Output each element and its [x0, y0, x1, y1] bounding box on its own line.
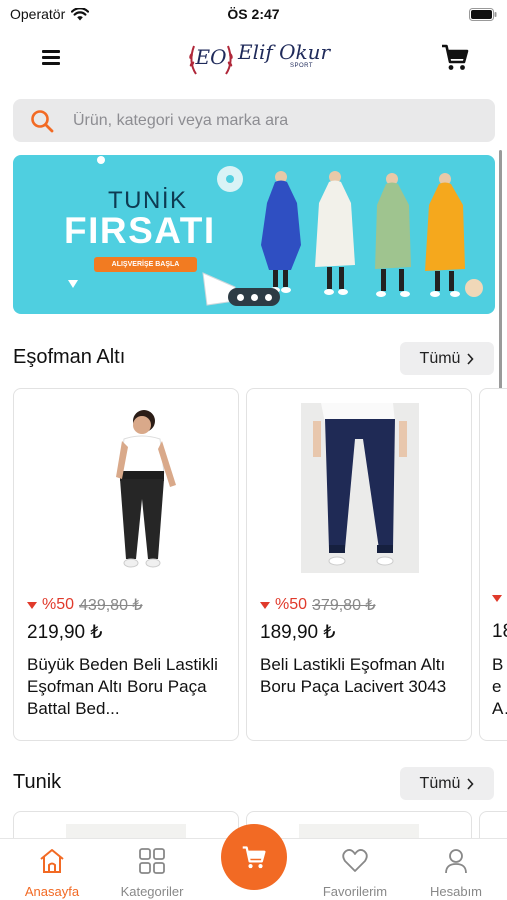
product-card[interactable]: 18 Be Al 30 [479, 388, 507, 741]
user-icon [445, 849, 467, 874]
search-bar[interactable] [13, 99, 495, 142]
section-title-esofman: Eşofman Altı [13, 346, 126, 368]
cart-icon[interactable] [440, 42, 470, 72]
product-name: Beli Lastikli Eşofman Altı Boru Paça Lac… [260, 655, 447, 696]
product-card[interactable]: %50 379,80 ₺ 189,90 ₺ Beli Lastikli Eşof… [246, 388, 472, 741]
page-dot [236, 293, 244, 301]
heart-icon [342, 849, 368, 872]
see-all-button-tunik[interactable]: Tümü [400, 767, 494, 800]
product-price: 189,90 ₺ [260, 622, 336, 643]
section-title-tunik: Tunik [13, 771, 62, 793]
discount-row: %50 439,80 ₺ [27, 595, 143, 615]
battery-icon [469, 8, 497, 21]
tab-label: Hesabım [429, 884, 483, 899]
promo-banner[interactable]: TUNİK FIRSATI ALIŞVERİŞE BAŞLA [13, 155, 495, 314]
banner-page-indicator[interactable] [228, 288, 280, 306]
logo-laurel-icon: EO [189, 45, 233, 75]
banner-line2: FIRSATI [64, 210, 216, 251]
logo-subtitle: SPORT [290, 63, 314, 69]
see-all-button-esofman[interactable]: Tümü [400, 342, 494, 375]
product-image [36, 399, 218, 579]
discount-percent: %50 [42, 596, 75, 613]
home-icon [40, 849, 64, 873]
see-all-label: Tümü [419, 349, 461, 367]
tab-anasayfa[interactable]: Anasayfa [7, 839, 97, 900]
search-input[interactable] [73, 99, 473, 142]
model-green [375, 173, 411, 297]
center-cart-button[interactable] [221, 824, 287, 890]
discount-row: %50 379,80 ₺ [260, 595, 376, 615]
old-price: 439,80 ₺ [79, 597, 143, 614]
tab-kategoriler[interactable]: Kategoriler [107, 839, 197, 900]
discount-row [492, 595, 502, 602]
brand-logo[interactable]: EO Elif Okur SPORT [186, 34, 330, 80]
product-price: 18 [492, 621, 507, 642]
app-header: EO Elif Okur SPORT [0, 28, 507, 90]
grid-icon [139, 848, 165, 874]
banner-cta-button[interactable]: ALIŞVERİŞE BAŞLA [94, 257, 197, 272]
tab-label: Favorilerim [322, 884, 388, 899]
tab-label: Kategoriler [120, 884, 184, 899]
product-name: Be Al 30 [492, 655, 507, 718]
model-white [315, 171, 355, 295]
chevron-right-icon [467, 352, 475, 365]
down-arrow-icon [260, 601, 270, 609]
status-time: ÖS 2:47 [227, 6, 280, 22]
menu-button[interactable] [38, 46, 64, 70]
tab-favorilerim[interactable]: Favorilerim [310, 839, 400, 900]
old-price: 379,80 ₺ [312, 597, 376, 614]
chevron-right-icon [467, 777, 475, 790]
model-blue [261, 171, 301, 293]
product-name: Büyük Beden Beli Lastikli Eşofman Altı B… [27, 655, 218, 718]
product-card[interactable]: %50 439,80 ₺ 219,90 ₺ Büyük Beden Beli L… [13, 388, 239, 741]
page-dot [250, 293, 258, 301]
see-all-label: Tümü [419, 774, 461, 792]
discount-percent: %50 [275, 596, 308, 613]
page-dot [264, 293, 272, 301]
logo-wordmark: Elif Okur [238, 40, 331, 64]
tab-label: Anasayfa [24, 884, 80, 899]
product-price: 219,90 ₺ [27, 622, 103, 643]
status-bar: Operatör ÖS 2:47 [0, 0, 507, 28]
search-icon [31, 110, 54, 133]
down-arrow-icon [492, 595, 502, 602]
down-arrow-icon [27, 601, 37, 609]
product-image [269, 399, 451, 579]
model-yellow [425, 173, 465, 297]
tab-hesabim[interactable]: Hesabım [411, 839, 501, 900]
cart-icon [242, 846, 266, 869]
logo-monogram: EO [195, 45, 227, 69]
